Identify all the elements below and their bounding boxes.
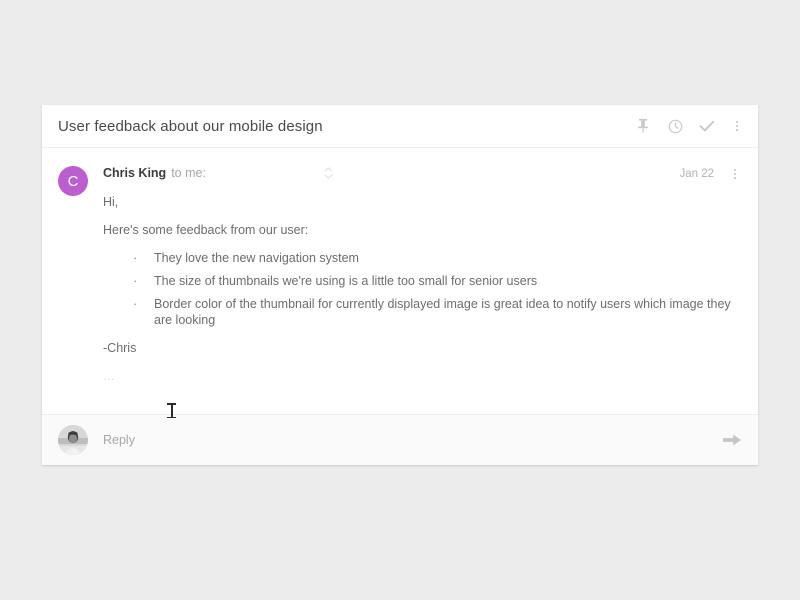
signature-text: -Chris [103,340,742,357]
pin-icon[interactable] [634,117,652,135]
header-actions [634,117,744,135]
user-avatar [58,425,88,455]
snooze-clock-icon[interactable] [666,117,684,135]
feedback-list: They love the new navigation system The … [103,250,742,330]
send-icon[interactable] [722,433,742,447]
sender-line: Chris King to me: [103,164,742,182]
page-title: User feedback about our mobile design [58,118,323,135]
list-item: They love the new navigation system [133,250,742,267]
list-item: The size of thumbnails we're using is a … [133,273,742,290]
reply-bar: Reply [42,414,758,465]
intro-text: Here's some feedback from our user: [103,222,742,239]
message-body: Jan 22 C Chris King to me: [42,148,758,414]
recipient-label: to me: [171,166,206,180]
sender-name: Chris King [103,166,166,180]
list-item: Border color of the thumbnail for curren… [133,296,742,330]
chevron-expand-icon[interactable] [324,167,333,179]
avatar: C [58,166,88,196]
reply-input[interactable]: Reply [103,433,722,447]
greeting-text: Hi, [103,194,742,211]
message-content: Chris King to me: Hi, [103,164,742,384]
more-options-icon[interactable] [730,117,744,135]
message-text: Hi, Here's some feedback from our user: … [103,194,742,384]
email-card: User feedback about our mobile design [42,105,758,465]
show-trimmed-content-button[interactable]: … [103,368,121,384]
screen: User feedback about our mobile design [0,0,800,600]
message-date: Jan 22 [679,168,714,180]
message-more-options-icon[interactable] [728,165,742,183]
email-header: User feedback about our mobile design [42,105,758,148]
message-header-row: C Chris King to me: [58,164,742,384]
message-meta: Jan 22 [679,165,742,183]
done-check-icon[interactable] [698,117,716,135]
